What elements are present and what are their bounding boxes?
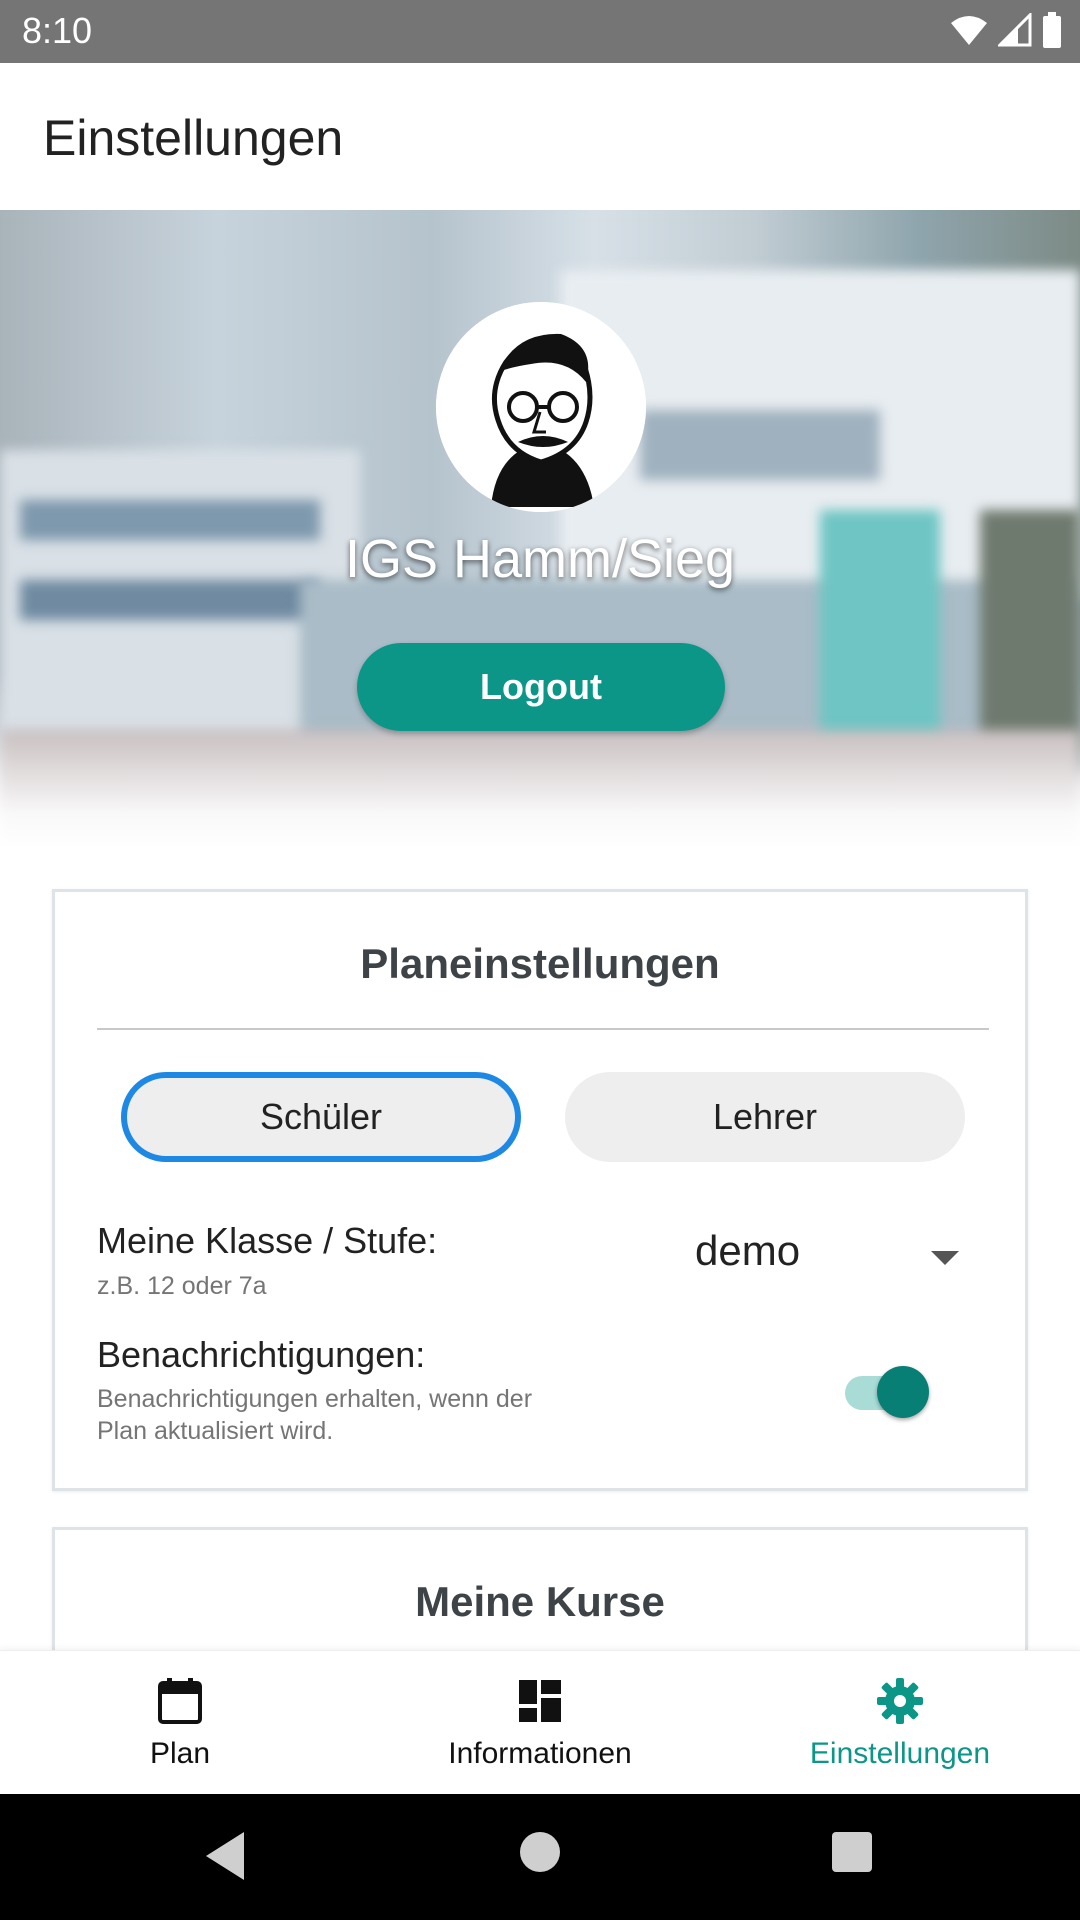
bottom-navigation: Plan Informationen Einstellungen	[0, 1650, 1080, 1794]
nav-label-plan: Plan	[149, 1737, 211, 1770]
notifications-toggle[interactable]	[839, 1362, 935, 1422]
dropdown-arrow-icon	[931, 1251, 959, 1265]
app-bar: Einstellungen	[0, 63, 1080, 210]
card-title-courses: Meine Kurse	[415, 1578, 665, 1625]
calendar-icon	[158, 1678, 202, 1724]
class-label: Meine Klasse / Stufe:	[97, 1220, 438, 1261]
school-name: IGS Hamm/Sieg	[344, 529, 736, 589]
logout-button[interactable]: Logout	[357, 643, 725, 731]
status-icons	[950, 12, 1062, 48]
role-student-button[interactable]: Schüler	[121, 1072, 521, 1162]
notifications-label: Benachrichtigungen:	[97, 1334, 426, 1375]
class-select-value: demo	[695, 1227, 801, 1274]
plan-settings-card: Planeinstellungen Schüler Lehrer Meine K…	[52, 889, 1028, 1491]
role-teacher-button[interactable]: Lehrer	[565, 1072, 965, 1162]
nav-label-einstellungen: Einstellungen	[809, 1737, 991, 1770]
nav-item-einstellungen[interactable]: Einstellungen	[720, 1651, 1080, 1795]
recents-icon[interactable]	[832, 1832, 872, 1872]
signal-icon	[998, 13, 1032, 47]
notifications-hint: Benachrichtigungen erhalten, wenn der Pl…	[97, 1385, 533, 1445]
toggle-thumb	[877, 1366, 929, 1418]
status-bar: 8:10	[0, 0, 1080, 63]
dashboard-icon	[519, 1680, 561, 1722]
wifi-icon	[951, 16, 987, 45]
page-title: Einstellungen	[43, 110, 344, 166]
nav-item-plan[interactable]: Plan	[0, 1651, 360, 1795]
class-hint: z.B. 12 oder 7a	[97, 1272, 267, 1300]
home-icon[interactable]	[520, 1832, 560, 1872]
school-logo-avatar	[436, 302, 646, 512]
gear-icon	[877, 1678, 923, 1724]
nav-label-informationen: Informationen	[448, 1737, 632, 1770]
nav-item-informationen[interactable]: Informationen	[360, 1651, 720, 1795]
back-icon[interactable]	[206, 1832, 244, 1880]
card-title-plan-settings: Planeinstellungen	[360, 940, 720, 987]
status-time: 8:10	[22, 10, 93, 51]
battery-icon	[1043, 12, 1061, 48]
portrait-icon	[436, 302, 646, 512]
hero-background-shape	[640, 410, 880, 480]
class-select[interactable]: demo	[695, 1227, 995, 1287]
divider	[97, 1028, 989, 1030]
system-navigation-bar	[0, 1794, 1080, 1920]
hero-fade	[0, 730, 1080, 850]
